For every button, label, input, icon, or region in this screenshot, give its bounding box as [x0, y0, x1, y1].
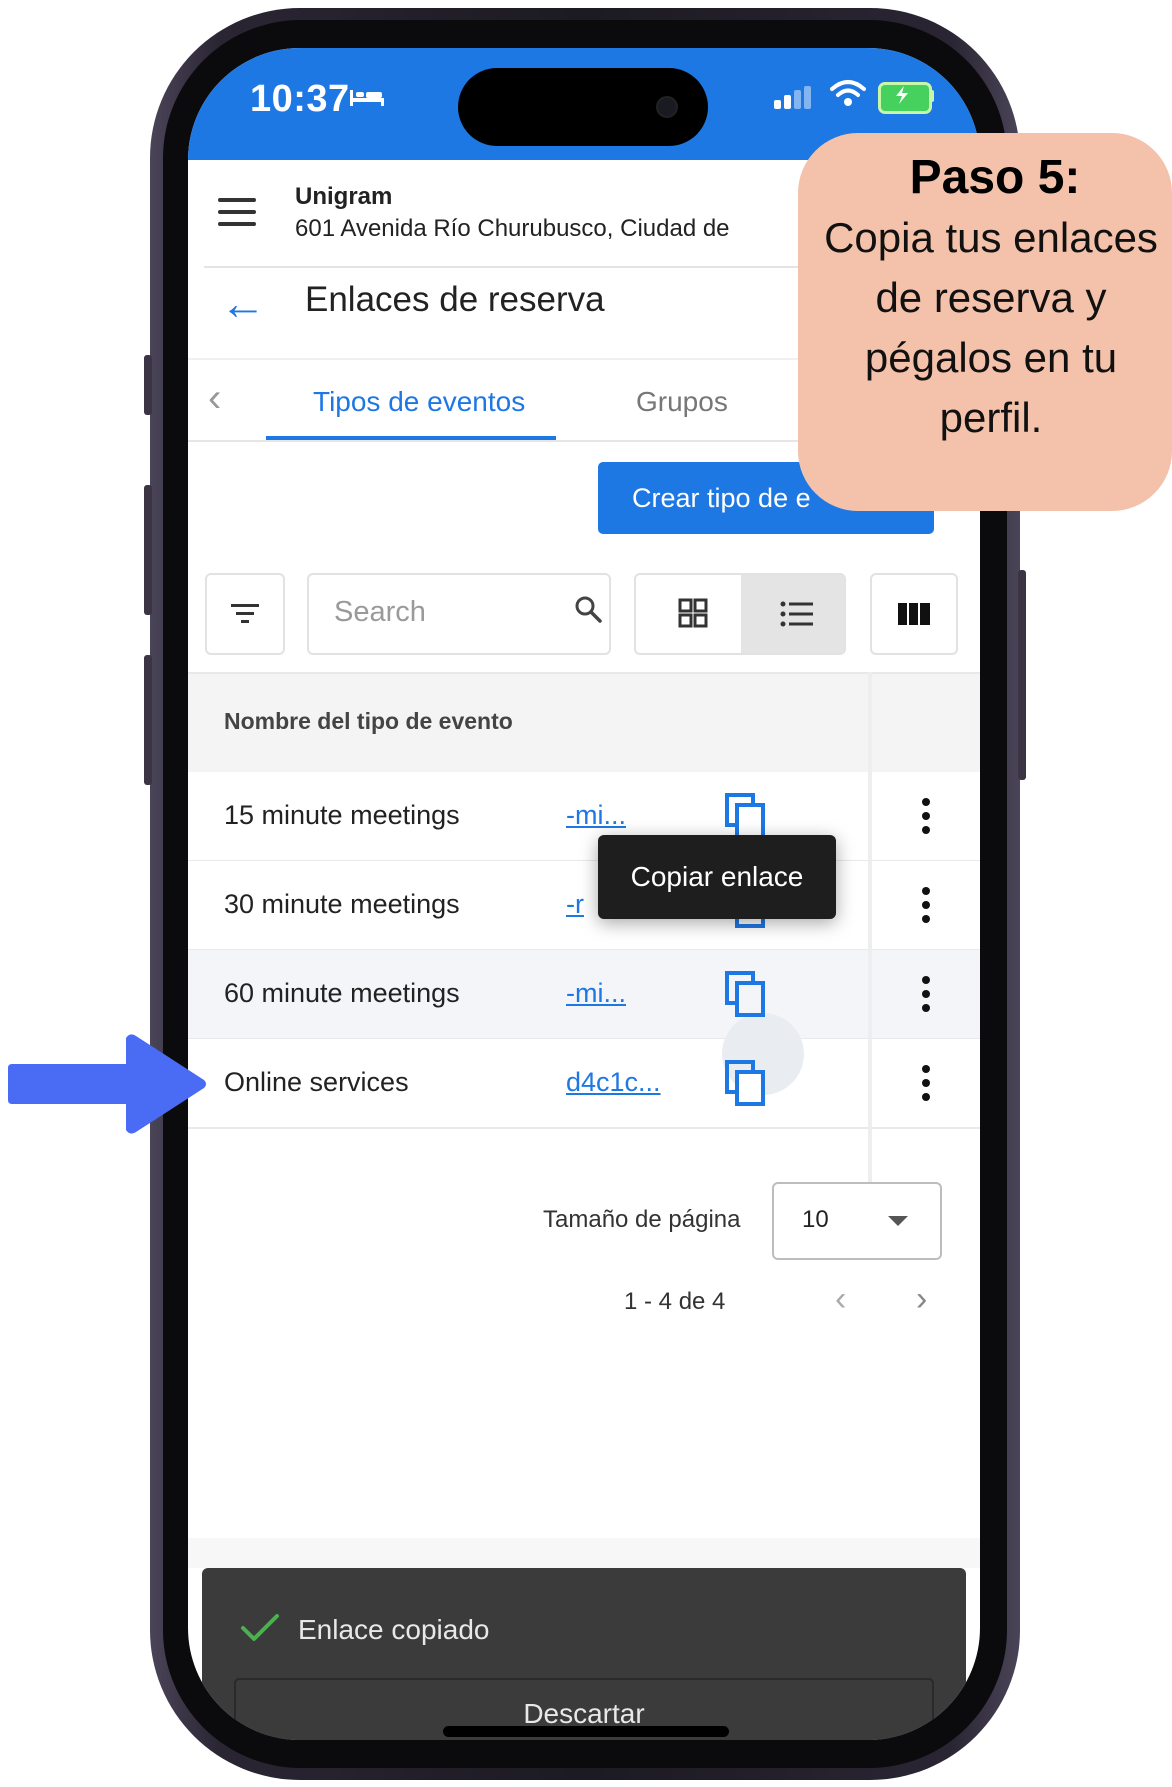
callout-body: Copia tus enlaces de reserva y pégalos e…: [824, 214, 1158, 441]
business-address: 601 Avenida Río Churubusco, Ciudad de M: [295, 215, 735, 242]
tab-groups[interactable]: Grupos: [636, 386, 728, 418]
page-title: Enlaces de reserva: [305, 280, 605, 319]
booking-link[interactable]: d4c1c...: [566, 1067, 661, 1098]
snackbar-message: Enlace copiado: [298, 1614, 490, 1645]
more-options-icon[interactable]: [922, 1065, 930, 1107]
pointer-arrow-icon: [8, 1034, 206, 1134]
tab-event-types[interactable]: Tipos de eventos: [313, 386, 525, 418]
battery-tip: [930, 90, 934, 102]
snackbar-shadow: [188, 1538, 980, 1568]
event-name: 30 minute meetings: [224, 889, 460, 919]
filter-icon: [231, 604, 259, 623]
next-page-icon[interactable]: ›: [916, 1280, 927, 1319]
power-button: [1018, 570, 1026, 780]
home-indicator: [443, 1726, 729, 1737]
back-arrow-icon[interactable]: ←: [220, 280, 266, 326]
more-options-icon[interactable]: [922, 976, 930, 1018]
battery-icon: [878, 82, 932, 114]
filter-button[interactable]: [205, 573, 285, 655]
more-options-icon[interactable]: [922, 798, 930, 840]
hamburger-menu-icon[interactable]: [218, 198, 256, 234]
bed-icon: [350, 90, 384, 106]
copy-link-tooltip: Copiar enlace: [598, 835, 836, 919]
search-placeholder: Search: [334, 596, 426, 628]
signal-icon: [774, 86, 814, 110]
booking-link[interactable]: -r: [566, 889, 584, 920]
page-size-select[interactable]: [772, 1182, 942, 1260]
dropdown-caret-icon: [888, 1216, 908, 1226]
previous-page-icon[interactable]: ‹: [835, 1280, 846, 1319]
wifi-icon: [830, 80, 866, 106]
event-name: 60 minute meetings: [224, 978, 460, 1008]
sticky-column-divider: [868, 672, 872, 1190]
booking-link[interactable]: -mi...: [566, 978, 626, 1009]
volume-up-button: [144, 485, 152, 615]
pagination-range: 1 - 4 de 4: [624, 1288, 726, 1315]
copy-icon[interactable]: [723, 791, 769, 841]
front-camera: [656, 96, 678, 118]
copy-icon[interactable]: [723, 969, 769, 1019]
tabs-scroll-left-icon[interactable]: ‹: [208, 378, 221, 418]
business-name: Unigram: [295, 183, 393, 210]
page-size-label: Tamaño de página: [543, 1206, 741, 1233]
volume-down-button: [144, 655, 152, 785]
event-name: 15 minute meetings: [224, 800, 460, 830]
booking-link[interactable]: -mi...: [566, 800, 626, 831]
mute-switch: [144, 355, 152, 415]
page-size-value: 10: [802, 1206, 829, 1233]
copy-icon[interactable]: [723, 1058, 769, 1108]
status-time: 10:37: [250, 78, 350, 120]
columns-icon: [898, 603, 930, 625]
event-name: Online services: [224, 1067, 409, 1097]
more-options-icon[interactable]: [922, 887, 930, 929]
list-view-icon[interactable]: [780, 600, 814, 628]
search-icon[interactable]: [573, 594, 603, 624]
column-header-name: Nombre del tipo de evento: [224, 708, 513, 734]
grid-view-icon[interactable]: [678, 598, 708, 628]
check-icon: [241, 1614, 279, 1641]
callout-title: Paso 5:: [909, 151, 1081, 204]
